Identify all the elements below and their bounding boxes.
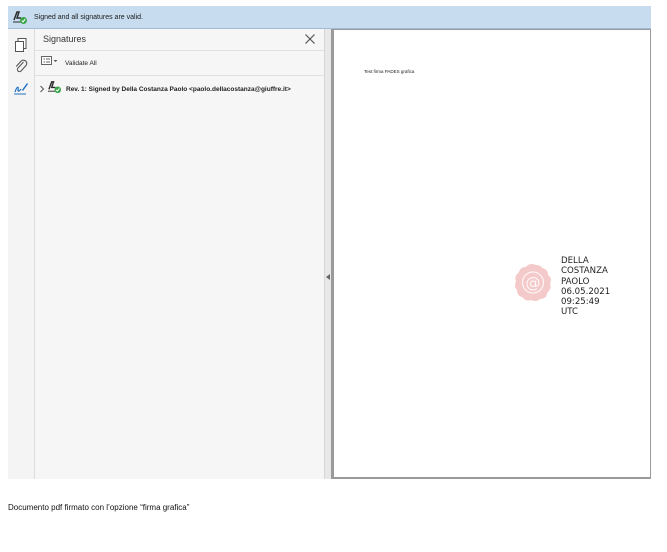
paperclip-icon[interactable]	[13, 58, 29, 74]
signature-line: 09:25:49	[561, 297, 600, 308]
figure-caption: Documento pdf firmato con l’opzione “fir…	[8, 503, 190, 512]
wax-seal-icon: @	[512, 262, 554, 304]
banner-message: Signed and all signatures are valid.	[34, 13, 143, 21]
signature-line: DELLA	[561, 256, 589, 266]
panel-divider	[35, 50, 324, 51]
signature-line: PAOLO	[561, 276, 590, 287]
validate-all-button[interactable]: Validate All	[41, 56, 97, 70]
validate-all-label: Validate All	[65, 59, 97, 67]
pdf-page: Test firma PADES grafica @ DELLA COSTANZ…	[334, 30, 650, 477]
revision-label: Rev. 1: Signed by Della Costanza Paolo <…	[66, 85, 291, 93]
panel-title: Signatures	[43, 34, 87, 44]
signatures-panel: Signatures Validate All Rev. 1: Signed b…	[35, 29, 325, 479]
signature-line: 06.05.2021	[561, 286, 611, 297]
chevron-right-icon[interactable]	[39, 80, 45, 98]
document-text: Test firma PADES grafica	[364, 69, 415, 74]
collapse-arrow-icon[interactable]	[326, 274, 330, 280]
signature-appearance[interactable]: DELLA COSTANZA PAOLO 06.05.2021 09:25:49…	[561, 256, 610, 318]
signature-line: COSTANZA	[561, 266, 608, 277]
signature-valid-icon	[47, 80, 62, 99]
signature-status-banner: Signed and all signatures are valid.	[8, 6, 651, 29]
signature-revision-item[interactable]: Rev. 1: Signed by Della Costanza Paolo <…	[39, 80, 291, 99]
panel-divider	[35, 75, 324, 76]
list-options-icon	[41, 54, 59, 72]
signature-line: UTC	[561, 307, 579, 318]
close-icon[interactable]	[303, 32, 317, 46]
signature-pen-icon[interactable]	[13, 80, 29, 96]
page-thumbnails-icon[interactable]	[13, 37, 29, 53]
signature-valid-icon	[12, 9, 28, 25]
svg-text:@: @	[526, 274, 541, 292]
left-tool-strip	[8, 29, 35, 479]
